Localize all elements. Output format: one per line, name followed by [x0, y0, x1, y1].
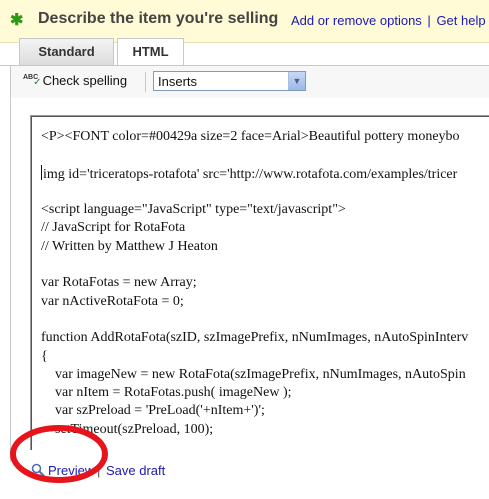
toolbar-divider [145, 72, 146, 92]
html-code: <P><FONT color=#00429a size=2 face=Arial… [41, 128, 468, 439]
code-line-text: var nItem = RotaFotas.push( imageNew ); [41, 385, 292, 401]
footer-border [10, 450, 11, 462]
code-line: <script language="JavaScript" type="text… [41, 201, 468, 219]
footer-separator: | [97, 463, 101, 478]
header-link-separator: | [427, 13, 431, 28]
code-line-text: <script language="JavaScript" type="text… [41, 202, 346, 218]
code-line-text: <P><FONT color=#00429a size=2 face=Arial… [41, 129, 460, 144]
code-line-text: var nActiveRotaFota = 0; [41, 293, 184, 309]
checkmark-icon: ✓ [33, 77, 42, 88]
code-line: <P><FONT color=#00429a size=2 face=Arial… [41, 128, 468, 146]
code-line: var nItem = RotaFotas.push( imageNew ); [41, 384, 468, 402]
editor-footer: Preview | Save draft [0, 450, 489, 499]
code-line: var RotaFotas = new Array; [41, 274, 468, 292]
code-line-text: var szPreload = 'PreLoad('+nItem+')'; [41, 403, 265, 419]
code-line: var imageNew = new RotaFota(szImagePrefi… [41, 366, 468, 384]
check-spelling-button[interactable]: ABC✓Check spelling [23, 73, 127, 88]
code-line: setTimeout(szPreload, 100); [41, 421, 468, 439]
chevron-down-icon[interactable]: ▼ [288, 72, 305, 90]
code-line: img id='triceratops-rotafota' src='http:… [41, 164, 468, 183]
tab-html[interactable]: HTML [117, 38, 184, 66]
code-line-text: // Written by Matthew J Heaton [41, 238, 218, 254]
star-icon: ✱ [10, 12, 24, 29]
section-header: ✱ Describe the item you're selling Add o… [0, 0, 489, 43]
code-line-text: // JavaScript for RotaFota [41, 220, 186, 236]
section-title: Describe the item you're selling [38, 10, 279, 27]
code-line-text: var RotaFotas = new Array; [41, 275, 197, 291]
code-line-text: { [41, 348, 48, 364]
editor-toolbar: ABC✓Check spelling Inserts ▼ [10, 66, 489, 99]
save-draft-link[interactable]: Save draft [106, 463, 165, 478]
code-line-text: var imageNew = new RotaFota(szImagePrefi… [41, 366, 466, 382]
code-line: var szPreload = 'PreLoad('+nItem+')'; [41, 402, 468, 420]
inserts-dropdown-value: Inserts [158, 74, 198, 89]
preview-link[interactable]: Preview [31, 463, 94, 478]
add-remove-options-link[interactable]: Add or remove options [291, 13, 422, 28]
editor-tabs: Standard HTML [0, 38, 489, 66]
text-cursor [41, 164, 42, 180]
code-line-text: img id='triceratops-rotafota' src='http:… [43, 166, 458, 182]
code-line-text: function AddRotaFota(szID, szImagePrefix… [41, 330, 469, 346]
magnifier-icon [31, 463, 45, 477]
html-editor-textarea[interactable]: <P><FONT color=#00429a size=2 face=Arial… [30, 115, 489, 451]
get-help-link[interactable]: Get help [436, 13, 485, 28]
code-line: var nActiveRotaFota = 0; [41, 293, 468, 311]
editor-container: <P><FONT color=#00429a size=2 face=Arial… [10, 98, 489, 451]
code-line: function AddRotaFota(szID, szImagePrefix… [41, 329, 468, 347]
code-line: { [41, 348, 468, 366]
header-links: Add or remove options | Get help [291, 13, 486, 28]
preview-label: Preview [48, 463, 95, 478]
inserts-dropdown[interactable]: Inserts ▼ [153, 71, 306, 91]
tab-standard[interactable]: Standard [19, 38, 114, 65]
code-line-text: setTimeout(szPreload, 100); [41, 421, 214, 437]
check-spelling-label: Check spelling [42, 73, 128, 88]
code-line: // Written by Matthew J Heaton [41, 238, 468, 256]
code-line: // JavaScript for RotaFota [41, 219, 468, 237]
